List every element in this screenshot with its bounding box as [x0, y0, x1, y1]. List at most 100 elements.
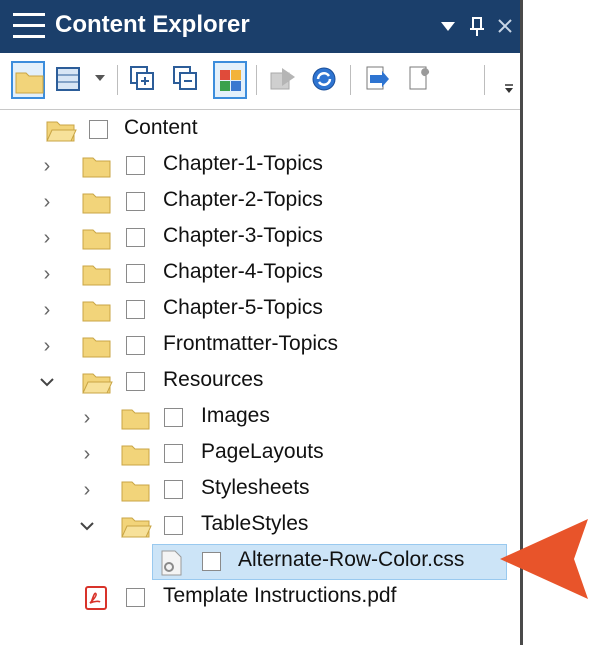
- folder-icon: [82, 193, 111, 214]
- tree-item-label: Alternate-Row-Color.css: [238, 548, 465, 571]
- view-grid-icon: [56, 67, 80, 91]
- publish-button[interactable]: [360, 61, 394, 99]
- tree-item-label: PageLayouts: [201, 440, 324, 463]
- refresh-icon: [312, 67, 336, 91]
- close-icon[interactable]: [496, 13, 514, 45]
- checkbox[interactable]: [126, 228, 145, 247]
- tree-item-label: Chapter-5-Topics: [163, 296, 323, 319]
- chevron-right-icon[interactable]: ›: [77, 480, 97, 500]
- callout-arrow-icon: [500, 519, 588, 599]
- chevron-right-icon[interactable]: ›: [37, 228, 57, 248]
- send-icon: [270, 68, 295, 90]
- tree-item-label: Chapter-3-Topics: [163, 224, 323, 247]
- title-bar: Content Explorer: [0, 0, 520, 53]
- pdf-file-icon: [85, 586, 107, 610]
- css-file-icon: [161, 550, 182, 576]
- folder-icon: [121, 409, 150, 430]
- checkbox[interactable]: [126, 588, 145, 607]
- view-dropdown-arrow-icon[interactable]: [95, 75, 105, 81]
- folder-open-icon: [121, 517, 152, 538]
- tree-item-frontmatter-topics[interactable]: › Frontmatter-Topics: [0, 328, 520, 364]
- tree-item-resources[interactable]: Resources: [0, 364, 520, 400]
- tree-item-label: Stylesheets: [201, 476, 310, 499]
- tree-item-tablestyles[interactable]: TableStyles: [0, 508, 520, 544]
- folder-icon: [121, 445, 150, 466]
- checkbox[interactable]: [126, 156, 145, 175]
- checkbox[interactable]: [164, 480, 183, 499]
- toolbar: [0, 53, 520, 110]
- tree-item-stylesheets[interactable]: › Stylesheets: [0, 472, 520, 508]
- content-explorer-panel: Content Explorer Content › Chapter-1-Top…: [0, 0, 523, 645]
- chevron-down-icon[interactable]: [37, 372, 57, 392]
- tree-item-label: Frontmatter-Topics: [163, 332, 339, 355]
- toolbar-separator: [350, 65, 351, 95]
- tree-item-label: Resources: [163, 368, 264, 391]
- tree-item-chapter-5-topics[interactable]: › Chapter-5-Topics: [0, 292, 520, 328]
- tree-item-label: TableStyles: [201, 512, 309, 535]
- folder-icon: [82, 301, 111, 322]
- color-grid-button[interactable]: [213, 61, 247, 99]
- properties-button[interactable]: [403, 61, 437, 99]
- checkbox[interactable]: [126, 192, 145, 211]
- expand-all-icon: [130, 66, 154, 90]
- properties-icon: [409, 66, 430, 90]
- checkbox[interactable]: [126, 300, 145, 319]
- checkbox[interactable]: [126, 264, 145, 283]
- checkbox[interactable]: [202, 552, 221, 571]
- content-tree: Content › Chapter-1-Topics › Chapter-2-T…: [0, 110, 520, 645]
- tree-item-chapter-1-topics[interactable]: › Chapter-1-Topics: [0, 148, 520, 184]
- checkbox[interactable]: [126, 372, 145, 391]
- toolbar-separator: [117, 65, 118, 95]
- tree-item-content[interactable]: Content: [0, 112, 520, 148]
- chevron-right-icon[interactable]: ›: [37, 156, 57, 176]
- checkbox[interactable]: [164, 516, 183, 535]
- collapse-all-button[interactable]: [170, 61, 204, 99]
- folder-button[interactable]: [11, 61, 45, 99]
- folder-icon: [82, 229, 111, 250]
- chevron-right-icon[interactable]: ›: [37, 264, 57, 284]
- expand-all-button[interactable]: [127, 61, 161, 99]
- folder-open-icon: [82, 373, 113, 394]
- chevron-right-icon[interactable]: ›: [37, 336, 57, 356]
- tree-item-label: Template Instructions.pdf: [163, 584, 397, 607]
- panel-title: Content Explorer: [55, 11, 250, 38]
- tree-item-alternate-row-color-css[interactable]: Alternate-Row-Color.css: [0, 544, 520, 580]
- send-button[interactable]: [266, 61, 300, 99]
- folder-icon: [82, 265, 111, 286]
- chevron-right-icon[interactable]: ›: [37, 192, 57, 212]
- tree-item-images[interactable]: › Images: [0, 400, 520, 436]
- checkbox[interactable]: [89, 120, 108, 139]
- tree-item-label: Images: [201, 404, 270, 427]
- tree-item-template-instructions-pdf[interactable]: Template Instructions.pdf: [0, 580, 520, 616]
- tree-item-chapter-2-topics[interactable]: › Chapter-2-Topics: [0, 184, 520, 220]
- tree-item-label: Chapter-1-Topics: [163, 152, 323, 175]
- refresh-button[interactable]: [308, 61, 342, 99]
- view-grid-button[interactable]: [53, 61, 87, 99]
- overflow-icon: [505, 84, 513, 93]
- tree-item-label: Chapter-2-Topics: [163, 188, 323, 211]
- tree-item-pagelayouts[interactable]: › PageLayouts: [0, 436, 520, 472]
- chevron-right-icon[interactable]: ›: [77, 408, 97, 428]
- hamburger-menu-icon[interactable]: [13, 13, 45, 39]
- chevron-right-icon[interactable]: ›: [77, 444, 97, 464]
- chevron-right-icon[interactable]: ›: [37, 300, 57, 320]
- collapse-all-icon: [173, 66, 197, 90]
- publish-icon: [366, 66, 389, 90]
- tree-item-label: Chapter-4-Topics: [163, 260, 323, 283]
- folder-open-icon: [46, 121, 77, 142]
- checkbox[interactable]: [126, 336, 145, 355]
- folder-icon: [82, 337, 111, 358]
- tree-item-label: Content: [124, 116, 198, 139]
- tree-item-chapter-4-topics[interactable]: › Chapter-4-Topics: [0, 256, 520, 292]
- toolbar-separator: [256, 65, 257, 95]
- toolbar-overflow-button[interactable]: [500, 61, 516, 99]
- pin-icon[interactable]: [468, 13, 486, 45]
- checkbox[interactable]: [164, 444, 183, 463]
- checkbox[interactable]: [164, 408, 183, 427]
- color-grid-icon: [220, 70, 241, 91]
- tree-item-chapter-3-topics[interactable]: › Chapter-3-Topics: [0, 220, 520, 256]
- folder-icon: [15, 72, 44, 94]
- dropdown-arrow-icon[interactable]: [440, 13, 456, 45]
- chevron-down-icon[interactable]: [77, 516, 97, 536]
- folder-icon: [82, 157, 111, 178]
